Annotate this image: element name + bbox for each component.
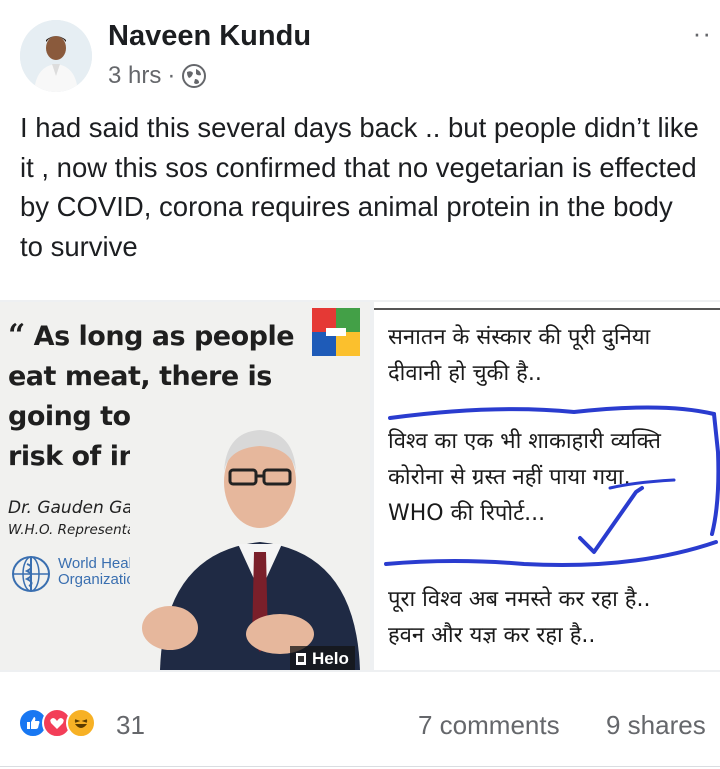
channel-badge-icon	[312, 308, 360, 356]
comments-link[interactable]: 7 comments	[418, 710, 560, 741]
doctor-photo	[130, 402, 370, 670]
watermark: Helo	[290, 646, 355, 670]
divider	[0, 766, 720, 767]
avatar[interactable]	[20, 20, 92, 92]
post-text: I had said this several days back .. but…	[20, 112, 699, 262]
ink-annotation	[384, 405, 720, 568]
quote-mark: “	[8, 318, 25, 353]
meta-separator: ·	[167, 62, 176, 89]
more-options-icon[interactable]: ··	[693, 18, 712, 49]
reactions[interactable]	[18, 708, 96, 738]
post-footer: 31 7 comments 9 shares	[0, 690, 720, 769]
helo-icon	[296, 653, 306, 665]
post-meta: 3 hrs ·	[108, 62, 207, 90]
quote-card: “ As long as people eat meat, there is g…	[0, 302, 370, 670]
haha-icon	[66, 708, 96, 738]
reaction-count[interactable]: 31	[116, 710, 145, 741]
who-logo-icon	[8, 554, 54, 594]
author-name[interactable]: Naveen Kundu	[108, 20, 311, 53]
post-image[interactable]: “ As long as people eat meat, there is g…	[0, 300, 720, 672]
shares-link[interactable]: 9 shares	[606, 710, 706, 741]
post-header: Naveen Kundu 3 hrs · ··	[0, 0, 720, 100]
post-time[interactable]: 3 hrs	[108, 62, 161, 90]
globe-icon	[181, 63, 207, 89]
watermark-text: Helo	[312, 649, 349, 668]
hindi-text-card: सनातन के संस्कार की पूरी दुनिया दीवानी ह…	[374, 302, 720, 670]
